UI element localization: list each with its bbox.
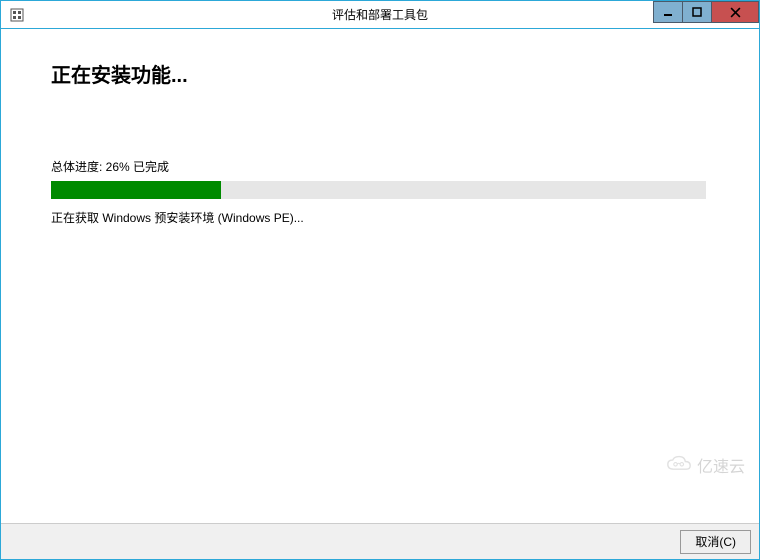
installer-window: 评估和部署工具包 正在安装功能... 总体进度: 26% 已完成 正在获取 Wi… bbox=[0, 0, 760, 560]
titlebar[interactable]: 评估和部署工具包 bbox=[1, 1, 759, 29]
progress-bar bbox=[51, 181, 706, 199]
progress-fill bbox=[51, 181, 221, 199]
watermark-text: 亿速云 bbox=[697, 453, 745, 477]
watermark: 亿速云 bbox=[665, 453, 745, 477]
minimize-button[interactable] bbox=[653, 1, 683, 23]
maximize-button[interactable] bbox=[682, 1, 712, 23]
status-text: 正在获取 Windows 预安装环境 (Windows PE)... bbox=[51, 209, 709, 226]
window-title: 评估和部署工具包 bbox=[332, 6, 428, 23]
footer: 取消(C) bbox=[1, 523, 759, 559]
app-icon bbox=[9, 7, 25, 23]
content-area: 正在安装功能... 总体进度: 26% 已完成 正在获取 Windows 预安装… bbox=[1, 29, 759, 523]
cancel-button[interactable]: 取消(C) bbox=[680, 530, 751, 554]
window-controls bbox=[654, 1, 759, 23]
close-button[interactable] bbox=[711, 1, 759, 23]
page-title: 正在安装功能... bbox=[51, 59, 709, 88]
progress-label: 总体进度: 26% 已完成 bbox=[51, 158, 709, 175]
